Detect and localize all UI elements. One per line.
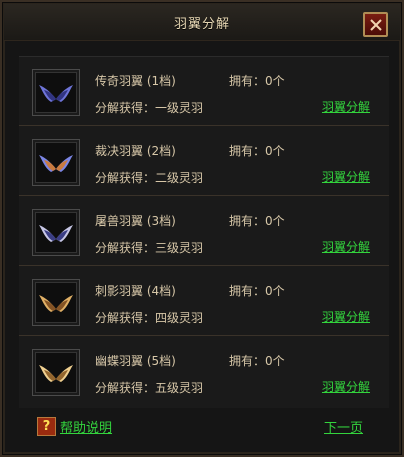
help-section: ? 帮助说明	[37, 417, 112, 436]
wing-icon	[39, 365, 73, 382]
decompose-button[interactable]: 羽翼分解	[322, 238, 370, 255]
wing-name: 刺影羽翼 (4档)	[95, 284, 176, 298]
decompose-yield: 分解获得：一级灵羽	[95, 101, 204, 115]
title-bar: 羽翼分解	[4, 4, 400, 41]
owned-count: 拥有：0个	[229, 74, 285, 88]
decompose-button[interactable]: 羽翼分解	[322, 98, 370, 115]
owned-count: 拥有：0个	[229, 144, 285, 158]
help-link[interactable]: 帮助说明	[60, 417, 112, 436]
row-divider	[19, 195, 389, 196]
item-slot[interactable]	[32, 209, 80, 256]
list-item: 刺影羽翼 (4档) 拥有：0个 分解获得：四级灵羽 羽翼分解	[19, 267, 389, 336]
row-divider	[19, 335, 389, 336]
item-slot[interactable]	[32, 349, 80, 396]
next-page-link[interactable]: 下一页	[324, 417, 363, 436]
decompose-yield: 分解获得：三级灵羽	[95, 241, 204, 255]
owned-count: 拥有：0个	[229, 354, 285, 368]
close-icon	[369, 18, 382, 31]
decompose-button[interactable]: 羽翼分解	[322, 308, 370, 325]
item-slot[interactable]	[32, 69, 80, 116]
item-slot[interactable]	[32, 139, 80, 186]
wing-icon	[39, 295, 73, 312]
wing-decompose-window: 羽翼分解 传奇羽翼 (1档) 拥有：0个 分解获得：一级灵羽 羽翼分解 裁决羽翼…	[0, 0, 404, 457]
window-title: 羽翼分解	[173, 17, 230, 32]
decompose-yield: 分解获得：二级灵羽	[95, 171, 204, 185]
wing-icon	[39, 225, 73, 242]
row-divider	[19, 265, 389, 266]
decompose-button[interactable]: 羽翼分解	[322, 378, 370, 395]
wing-name: 传奇羽翼 (1档)	[95, 74, 176, 88]
wing-list: 传奇羽翼 (1档) 拥有：0个 分解获得：一级灵羽 羽翼分解 裁决羽翼 (2档)…	[19, 56, 389, 408]
wing-name: 裁决羽翼 (2档)	[95, 144, 176, 158]
wing-name: 幽蝶羽翼 (5档)	[95, 354, 176, 368]
owned-count: 拥有：0个	[229, 284, 285, 298]
wing-icon	[39, 155, 73, 172]
list-item: 屠兽羽翼 (3档) 拥有：0个 分解获得：三级灵羽 羽翼分解	[19, 197, 389, 266]
help-icon[interactable]: ?	[37, 417, 56, 436]
list-item: 传奇羽翼 (1档) 拥有：0个 分解获得：一级灵羽 羽翼分解	[19, 57, 389, 126]
wing-name: 屠兽羽翼 (3档)	[95, 214, 176, 228]
owned-count: 拥有：0个	[229, 214, 285, 228]
wing-icon	[39, 85, 73, 102]
list-item: 幽蝶羽翼 (5档) 拥有：0个 分解获得：五级灵羽 羽翼分解	[19, 337, 389, 406]
row-divider	[19, 125, 389, 126]
item-slot[interactable]	[32, 279, 80, 326]
decompose-button[interactable]: 羽翼分解	[322, 168, 370, 185]
list-item: 裁决羽翼 (2档) 拥有：0个 分解获得：二级灵羽 羽翼分解	[19, 127, 389, 196]
close-button[interactable]	[363, 12, 388, 37]
decompose-yield: 分解获得：四级灵羽	[95, 311, 204, 325]
decompose-yield: 分解获得：五级灵羽	[95, 381, 204, 395]
